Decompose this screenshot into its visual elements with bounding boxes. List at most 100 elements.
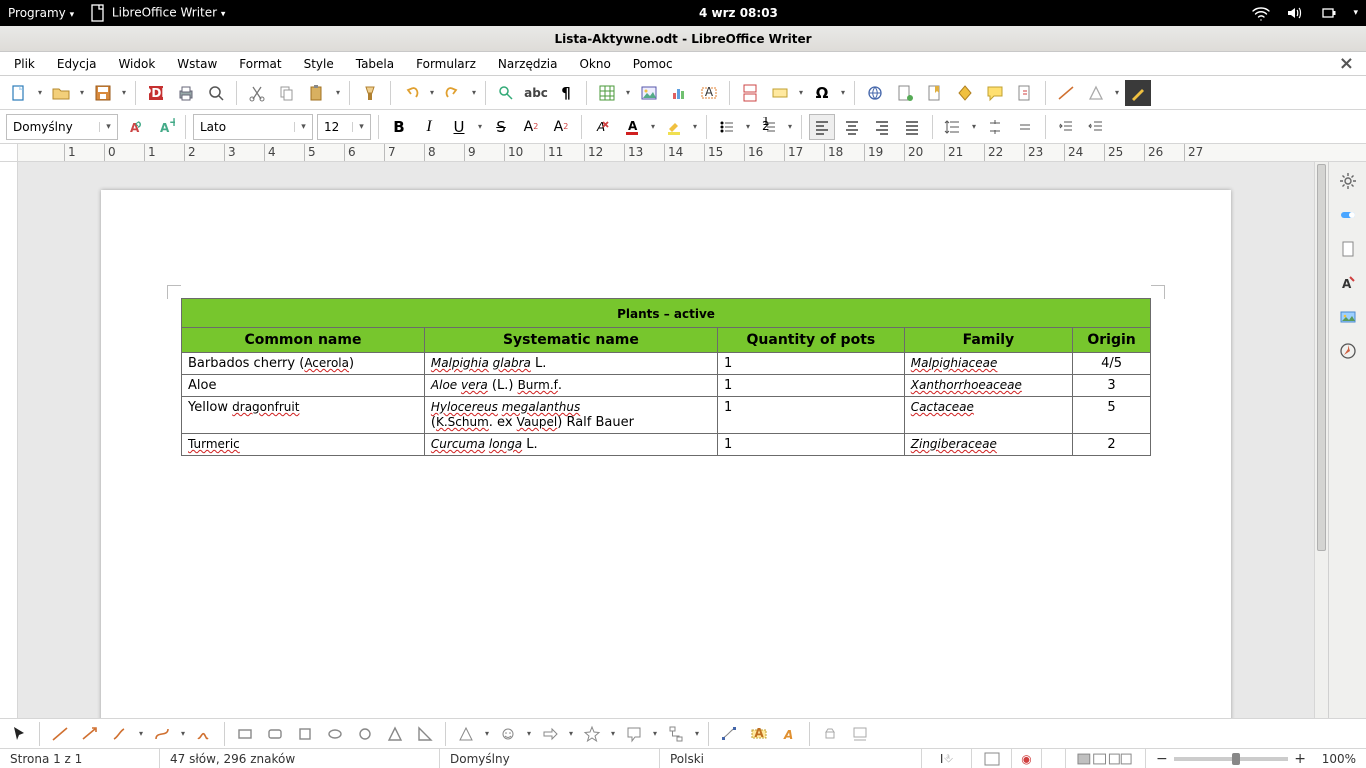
os-programs-menu[interactable]: Programy ▾ xyxy=(8,6,74,20)
curve-dropdown[interactable]: ▾ xyxy=(179,729,187,738)
print-button[interactable] xyxy=(173,80,199,106)
fontwork-gallery-button[interactable]: A xyxy=(776,721,802,747)
draw-functions-button[interactable] xyxy=(1125,80,1151,106)
os-active-app[interactable]: LibreOffice Writer ▾ xyxy=(88,3,225,23)
status-view-layout[interactable] xyxy=(1066,749,1146,768)
clear-formatting-button[interactable]: A xyxy=(589,114,615,140)
sidebar-gallery-button[interactable] xyxy=(1333,302,1363,332)
open-button[interactable] xyxy=(48,80,74,106)
insert-field-button[interactable] xyxy=(767,80,793,106)
find-replace-button[interactable] xyxy=(493,80,519,106)
increase-spacing-button[interactable] xyxy=(982,114,1008,140)
highlight-button[interactable] xyxy=(661,114,687,140)
block-arrows-dropdown[interactable]: ▾ xyxy=(567,729,575,738)
menu-edycja[interactable]: Edycja xyxy=(49,54,107,74)
print-preview-button[interactable] xyxy=(203,80,229,106)
font-size-input[interactable] xyxy=(318,120,352,134)
table-title-cell[interactable]: Plants – active xyxy=(182,299,1151,328)
decrease-spacing-button[interactable] xyxy=(1012,114,1038,140)
triangle-tool-button[interactable] xyxy=(382,721,408,747)
flowchart-button[interactable] xyxy=(663,721,689,747)
italic-button[interactable]: I xyxy=(416,114,442,140)
lines-arrows-dropdown[interactable]: ▾ xyxy=(137,729,145,738)
increase-indent-button[interactable] xyxy=(1053,114,1079,140)
menu-style[interactable]: Style xyxy=(296,54,344,74)
font-name-combo[interactable]: ▾ xyxy=(193,114,313,140)
block-arrows-button[interactable] xyxy=(537,721,563,747)
table-header-cell[interactable]: Family xyxy=(904,328,1072,353)
edit-points-button[interactable] xyxy=(716,721,742,747)
align-right-button[interactable] xyxy=(869,114,895,140)
cell-qty[interactable]: 1 xyxy=(717,353,904,375)
align-justify-button[interactable] xyxy=(899,114,925,140)
basic-shapes-tool-dropdown[interactable]: ▾ xyxy=(483,729,491,738)
table-header-cell[interactable]: Origin xyxy=(1073,328,1151,353)
insert-bookmark-button[interactable] xyxy=(922,80,948,106)
paste-dropdown[interactable]: ▾ xyxy=(334,88,342,97)
strikethrough-button[interactable]: S xyxy=(488,114,514,140)
redo-button[interactable] xyxy=(440,80,466,106)
square-tool-button[interactable] xyxy=(292,721,318,747)
rectangle-tool-button[interactable] xyxy=(232,721,258,747)
cell-qty[interactable]: 1 xyxy=(717,434,904,456)
os-clock[interactable]: 4 wrz 08:03 xyxy=(225,6,1251,20)
line-spacing-button[interactable] xyxy=(940,114,966,140)
line-spacing-dropdown[interactable]: ▾ xyxy=(970,122,978,131)
callouts-dropdown[interactable]: ▾ xyxy=(651,729,659,738)
horizontal-ruler[interactable]: 1012345678910111213141516171819202122232… xyxy=(18,144,1366,161)
font-color-button[interactable]: A xyxy=(619,114,645,140)
clone-format-button[interactable] xyxy=(357,80,383,106)
redo-dropdown[interactable]: ▾ xyxy=(470,88,478,97)
page[interactable]: Plants – active Common nameSystematic na… xyxy=(101,190,1231,718)
cell-qty[interactable]: 1 xyxy=(717,375,904,397)
menu-widok[interactable]: Widok xyxy=(110,54,165,74)
insert-special-char-dropdown[interactable]: ▾ xyxy=(839,88,847,97)
status-wordcount[interactable]: 47 słów, 296 znaków xyxy=(160,749,440,768)
insert-comment-button[interactable] xyxy=(982,80,1008,106)
table-header-cell[interactable]: Common name xyxy=(182,328,425,353)
table-row[interactable]: AloeAloe vera (L.) Burm.f.1Xanthorrhoeac… xyxy=(182,375,1151,397)
insert-hyperlink-button[interactable] xyxy=(862,80,888,106)
cell-family[interactable]: Cactaceae xyxy=(904,397,1072,434)
menu-tabela[interactable]: Tabela xyxy=(348,54,404,74)
cell-systematic[interactable]: Aloe vera (L.) Burm.f. xyxy=(424,375,717,397)
paste-button[interactable] xyxy=(304,80,330,106)
insert-table-button[interactable] xyxy=(594,80,620,106)
circle-tool-button[interactable] xyxy=(352,721,378,747)
volume-icon[interactable] xyxy=(1285,3,1305,23)
rounded-rect-tool-button[interactable] xyxy=(262,721,288,747)
basic-shapes-tool-button[interactable] xyxy=(453,721,479,747)
bold-button[interactable]: B xyxy=(386,114,412,140)
cell-family[interactable]: Xanthorrhoeaceae xyxy=(904,375,1072,397)
cell-qty[interactable]: 1 xyxy=(717,397,904,434)
basic-shapes-dropdown[interactable]: ▾ xyxy=(1113,88,1121,97)
vertical-ruler[interactable] xyxy=(0,162,18,718)
status-doc-modified[interactable]: ◉ xyxy=(1012,749,1042,768)
toggle-extrusion-button[interactable] xyxy=(817,721,843,747)
cell-systematic[interactable]: Curcuma longa L. xyxy=(424,434,717,456)
freeform-tool-button[interactable] xyxy=(191,721,217,747)
export-pdf-button[interactable]: PDF xyxy=(143,80,169,106)
status-insert-mode[interactable]: I ⎀ xyxy=(922,749,972,768)
menu-wstaw[interactable]: Wstaw xyxy=(169,54,227,74)
curve-tool-button[interactable] xyxy=(149,721,175,747)
insert-chart-button[interactable] xyxy=(666,80,692,106)
insert-image-button[interactable] xyxy=(636,80,662,106)
formatting-marks-button[interactable]: ¶ xyxy=(553,80,579,106)
bullet-list-dropdown[interactable]: ▾ xyxy=(744,122,752,131)
table-header-cell[interactable]: Systematic name xyxy=(424,328,717,353)
right-triangle-tool-button[interactable] xyxy=(412,721,438,747)
insert-footnote-button[interactable] xyxy=(892,80,918,106)
cell-systematic[interactable]: Hylocereus megalanthus(K.Schum. ex Vaupe… xyxy=(424,397,717,434)
sidebar-styles-button[interactable]: A xyxy=(1333,268,1363,298)
cell-origin[interactable]: 3 xyxy=(1073,375,1151,397)
paragraph-style-input[interactable] xyxy=(7,120,99,134)
number-list-button[interactable]: 12 xyxy=(756,114,782,140)
cell-family[interactable]: Malpighiaceae xyxy=(904,353,1072,375)
fontwork-button[interactable]: A xyxy=(746,721,772,747)
menu-format[interactable]: Format xyxy=(231,54,291,74)
paragraph-style-combo[interactable]: ▾ xyxy=(6,114,118,140)
insert-line-button[interactable] xyxy=(1053,80,1079,106)
cell-origin[interactable]: 5 xyxy=(1073,397,1151,434)
track-changes-button[interactable] xyxy=(1012,80,1038,106)
